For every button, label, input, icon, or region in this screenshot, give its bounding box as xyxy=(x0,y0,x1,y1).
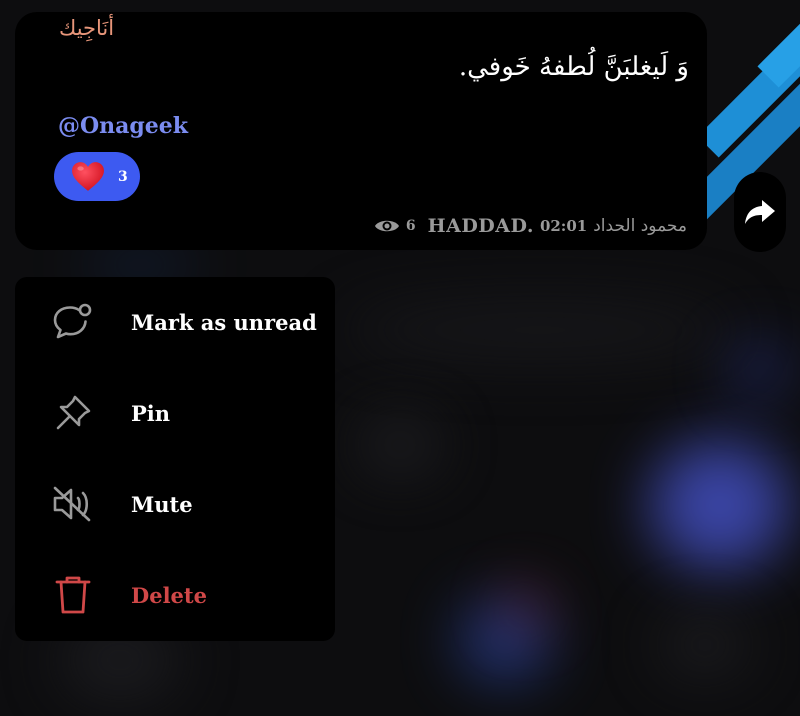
menu-item-mark-unread[interactable]: Mark as unread xyxy=(15,277,335,367)
message-bubble[interactable]: أنَاجِيك وَ لَيغلبَنَّ لُطفهُ خَوفي. @On… xyxy=(15,12,707,250)
reaction-count: 3 xyxy=(118,168,128,185)
heart-reaction-button[interactable]: 3 xyxy=(54,152,140,201)
message-text: وَ لَيغلبَنَّ لُطفهُ خَوفي. xyxy=(458,52,689,82)
channel-author[interactable]: أنَاجِيك xyxy=(59,16,114,40)
pin-icon xyxy=(51,391,95,435)
chat-unread-icon xyxy=(51,300,95,344)
menu-item-label: Mark as unread xyxy=(131,309,317,335)
menu-item-label: Pin xyxy=(131,400,171,426)
post-signature: HADDAD. xyxy=(427,215,534,237)
menu-item-mute[interactable]: Mute xyxy=(15,459,335,549)
forward-button[interactable] xyxy=(734,172,786,252)
menu-item-delete[interactable]: Delete xyxy=(15,550,335,640)
menu-item-label: Mute xyxy=(131,491,193,517)
mention-link[interactable]: @Onageek xyxy=(58,113,188,139)
eye-icon xyxy=(374,220,399,232)
view-count: 6 xyxy=(405,218,416,234)
menu-item-label: Delete xyxy=(131,582,207,608)
heart-icon xyxy=(72,161,104,191)
menu-item-pin[interactable]: Pin xyxy=(15,368,335,458)
message-time: 02:01 xyxy=(539,217,588,235)
message-meta: 6 HADDAD. 02:01 محمود الحداد xyxy=(374,214,687,238)
trash-icon xyxy=(51,573,95,617)
mute-icon xyxy=(51,482,95,526)
context-menu: Mark as unread Pin Mute Delete xyxy=(15,277,335,641)
forward-arrow-icon xyxy=(745,200,775,224)
author-name: محمود الحداد xyxy=(593,216,687,236)
